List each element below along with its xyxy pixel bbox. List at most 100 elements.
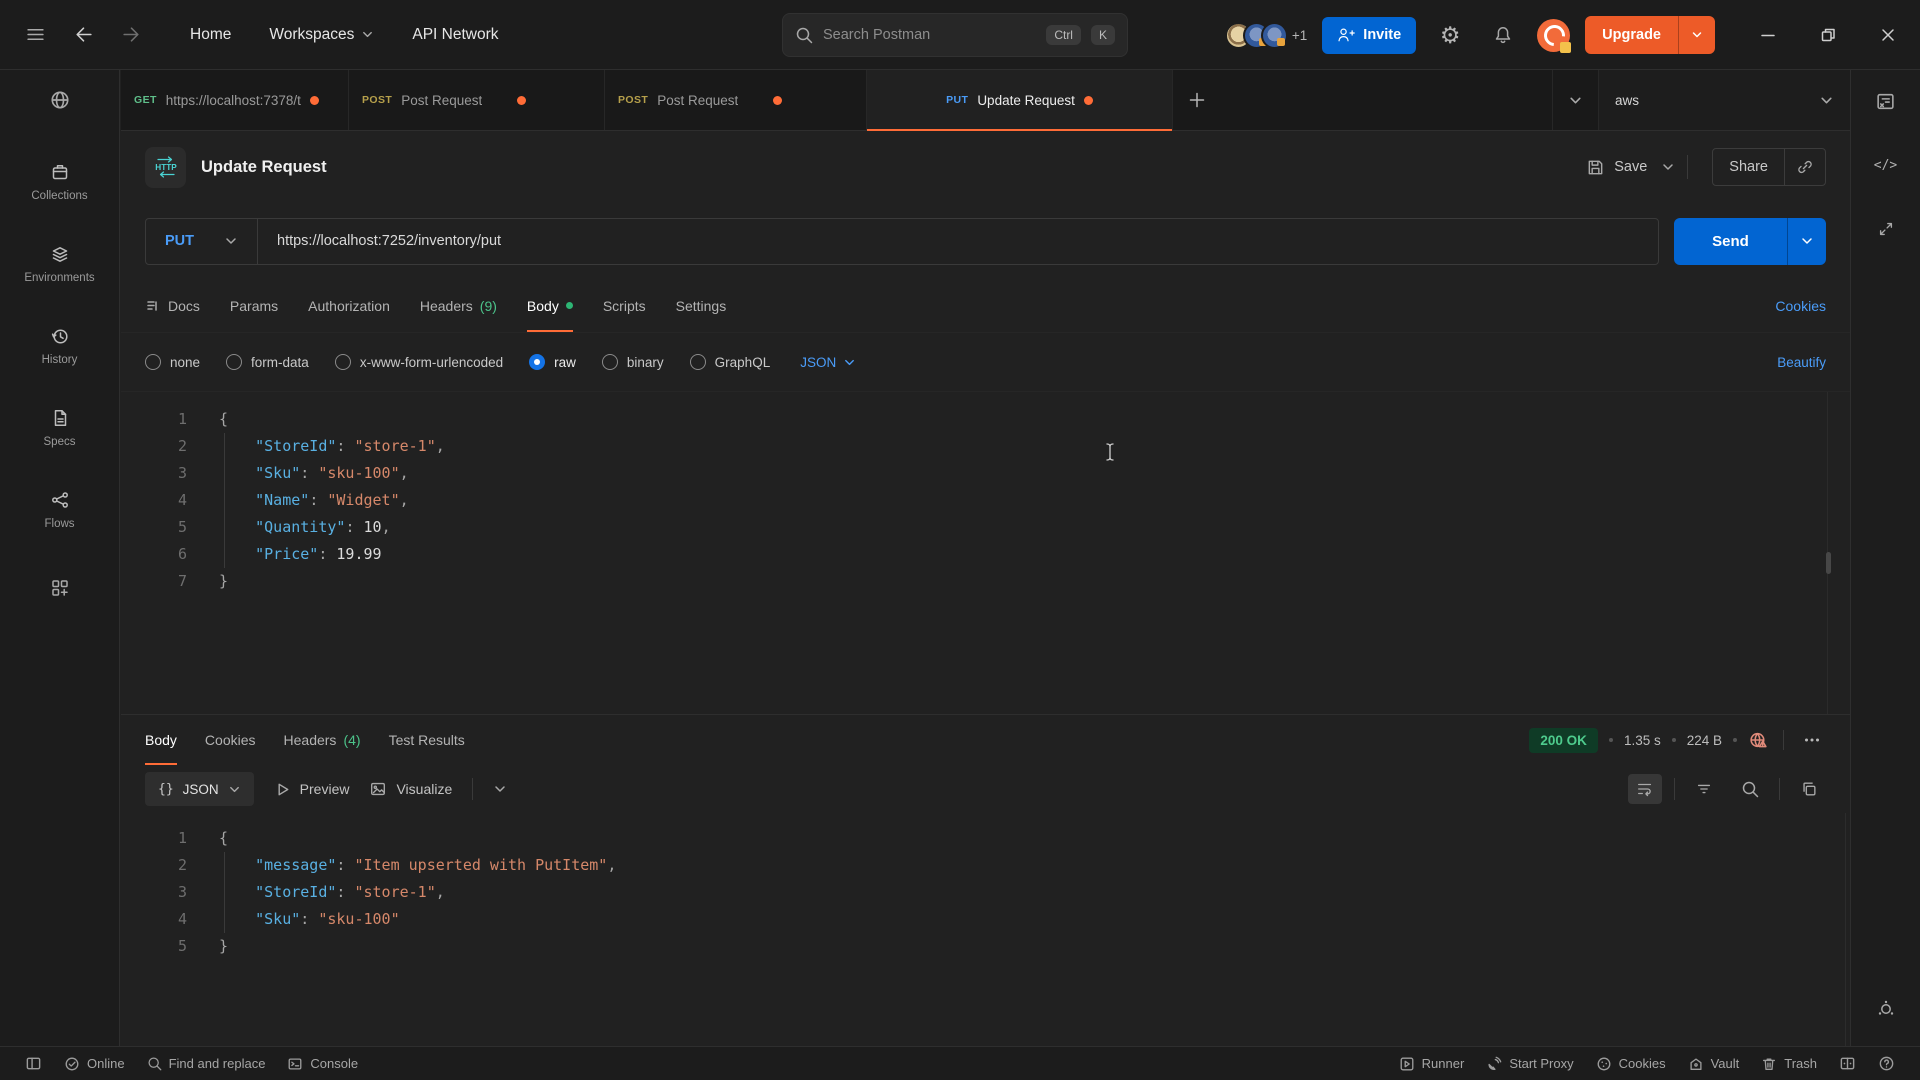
sidebar-more-tools-button[interactable] (50, 578, 70, 603)
tab-docs[interactable]: Docs (145, 279, 200, 332)
response-more-actions-button[interactable] (1798, 726, 1826, 754)
response-body-viewer[interactable]: 1{2 "message": "Item upserted with PutIt… (121, 813, 1850, 1049)
network-warning-icon[interactable] (1748, 730, 1769, 751)
url-input[interactable]: https://localhost:7252/inventory/put (258, 219, 1658, 264)
visualize-button[interactable]: Visualize (369, 780, 452, 798)
connection-status[interactable]: Online (53, 1047, 136, 1080)
editor-scrollbar-thumb[interactable] (1826, 552, 1831, 574)
trash-button[interactable]: Trash (1750, 1056, 1828, 1072)
save-options-button[interactable] (1661, 160, 1675, 174)
response-time[interactable]: 1.35 s (1624, 733, 1661, 748)
start-proxy-button[interactable]: Start Proxy (1475, 1056, 1584, 1072)
workspace-globe-icon[interactable] (43, 85, 77, 115)
nav-forward-button[interactable] (112, 16, 150, 54)
window-minimize-button[interactable] (1760, 27, 1776, 43)
tab-scripts[interactable]: Scripts (603, 279, 646, 332)
raw-format-dropdown[interactable]: JSON (800, 355, 856, 370)
new-tab-button[interactable] (1173, 70, 1221, 130)
save-button[interactable]: Save (1586, 158, 1647, 177)
vault-button[interactable]: Vault (1677, 1056, 1751, 1072)
filter-button[interactable] (1687, 774, 1721, 804)
code-line: 3 "Sku": "sku-100", (121, 460, 1850, 487)
cookies-button[interactable]: Cookies (1585, 1056, 1677, 1072)
postman-logo[interactable] (1537, 19, 1570, 52)
upgrade-button[interactable]: Upgrade (1585, 16, 1715, 54)
split-panel-icon (1839, 1055, 1856, 1072)
chevron-down-icon (493, 782, 507, 796)
runner-button[interactable]: Runner (1388, 1056, 1476, 1072)
mode-graphql[interactable]: GraphQL (690, 354, 771, 370)
notifications-button[interactable] (1484, 16, 1522, 54)
nav-back-button[interactable] (64, 16, 102, 54)
tab-headers[interactable]: Headers (9) (420, 279, 497, 332)
preview-button[interactable]: Preview (274, 781, 350, 798)
main-menu-button[interactable] (16, 16, 54, 54)
share-label: Share (1713, 149, 1784, 185)
environment-quick-look-button[interactable] (1869, 86, 1903, 116)
request-tab-get[interactable]: GET https://localhost:7378/t (121, 70, 349, 130)
tab-body[interactable]: Body (527, 279, 573, 332)
copy-link-button[interactable] (1785, 149, 1825, 185)
tab-authorization[interactable]: Authorization (308, 279, 390, 332)
sidebar-item-history[interactable]: History (42, 326, 78, 366)
method-badge: POST (362, 94, 392, 106)
nav-home[interactable]: Home (178, 18, 243, 52)
docs-icon (145, 298, 161, 314)
share-button[interactable]: Share (1712, 148, 1826, 186)
cookies-link[interactable]: Cookies (1775, 279, 1826, 332)
response-tab-headers[interactable]: Headers (4) (284, 715, 361, 765)
team-avatars[interactable]: +1 (1225, 22, 1307, 49)
toggle-sidebar-button[interactable] (14, 1047, 53, 1080)
tab-settings[interactable]: Settings (676, 279, 727, 332)
nav-api-network[interactable]: API Network (400, 18, 510, 52)
sidebar-item-collections[interactable]: Collections (31, 162, 87, 202)
sidebar-item-specs[interactable]: Specs (44, 408, 76, 448)
help-button[interactable] (1867, 1055, 1906, 1072)
expand-panel-button[interactable] (1869, 214, 1903, 244)
copy-response-button[interactable] (1792, 774, 1826, 804)
response-size[interactable]: 224 B (1687, 733, 1722, 748)
runner-label: Runner (1422, 1056, 1465, 1071)
wrap-text-button[interactable] (1628, 774, 1662, 804)
global-search-input[interactable]: Search Postman Ctrl K (782, 13, 1128, 57)
sidebar-item-environments[interactable]: Environments (24, 244, 94, 284)
agent-selector-button[interactable] (1869, 994, 1903, 1024)
mode-binary[interactable]: binary (602, 354, 664, 370)
window-close-button[interactable] (1880, 27, 1896, 43)
response-tab-body[interactable]: Body (145, 715, 177, 765)
request-body-editor[interactable]: 1{2 "StoreId": "store-1",3 "Sku": "sku-1… (121, 391, 1850, 714)
visualize-options-button[interactable] (493, 782, 507, 796)
window-restore-button[interactable] (1820, 27, 1836, 43)
mode-urlencoded[interactable]: x-www-form-urlencoded (335, 354, 503, 370)
upgrade-chevron-button[interactable] (1679, 16, 1715, 54)
http-request-icon: HTTP (145, 147, 186, 188)
response-tab-test-results[interactable]: Test Results (389, 715, 465, 765)
tab-params[interactable]: Params (230, 279, 278, 332)
mode-form-data[interactable]: form-data (226, 354, 309, 370)
send-options-button[interactable] (1788, 218, 1826, 265)
request-tab-post-1[interactable]: POST Post Request (349, 70, 605, 130)
sidebar-item-flows[interactable]: Flows (44, 490, 74, 530)
settings-button[interactable]: ⚙ (1431, 16, 1469, 54)
request-tab-post-2[interactable]: POST Post Request (605, 70, 867, 130)
find-and-replace-button[interactable]: Find and replace (136, 1047, 277, 1080)
beautify-link[interactable]: Beautify (1777, 355, 1826, 370)
mode-none[interactable]: none (145, 354, 200, 370)
method-dropdown[interactable]: PUT (146, 219, 257, 264)
invite-button[interactable]: Invite (1322, 17, 1416, 54)
split-panel-button[interactable] (1828, 1055, 1867, 1072)
send-button[interactable]: Send (1674, 218, 1826, 265)
code-snippet-button[interactable]: </> (1869, 150, 1903, 180)
status-badge[interactable]: 200 OK (1529, 728, 1598, 753)
mode-raw[interactable]: raw (529, 354, 576, 370)
environment-selector[interactable]: aws (1598, 70, 1850, 130)
cookie-icon (1596, 1056, 1612, 1072)
response-tab-cookies[interactable]: Cookies (205, 715, 256, 765)
sidebar-item-label: History (42, 354, 78, 366)
search-response-button[interactable] (1733, 774, 1767, 804)
response-format-dropdown[interactable]: {} JSON (145, 772, 254, 806)
tab-overflow-button[interactable] (1552, 70, 1598, 130)
nav-workspaces[interactable]: Workspaces (257, 18, 386, 52)
request-tab-put-active[interactable]: PUT Update Request (867, 70, 1173, 130)
console-button[interactable]: Console (276, 1047, 369, 1080)
